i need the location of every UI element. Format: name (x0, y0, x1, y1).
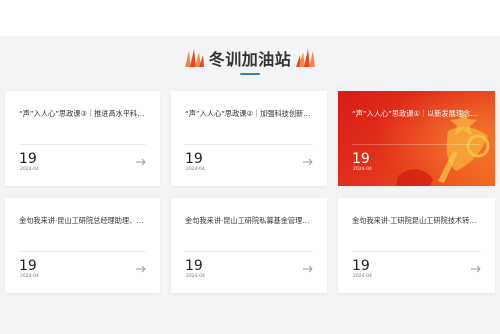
section-header: 冬训加油站 (0, 40, 500, 76)
card-day: 19 (185, 258, 203, 274)
card-year-month: 2024-04 (353, 274, 372, 279)
card-title[interactable]: “声”入人心”思政课③｜推进高水平科… (19, 109, 147, 119)
card-title[interactable]: “声”入人心”思政课②｜加强科技创新… (185, 109, 313, 119)
card-divider (352, 251, 481, 252)
card-divider (352, 144, 481, 145)
arrow-right-icon[interactable] (303, 265, 313, 273)
news-card-featured[interactable]: “声”入人心”思政课①｜以新发展理念… 19 2024-04 (338, 91, 495, 186)
card-day: 19 (352, 258, 370, 274)
card-year-month: 2024-04 (20, 274, 39, 279)
arrow-right-icon[interactable] (136, 158, 146, 166)
flame-right-icon (296, 49, 316, 67)
card-day: 19 (352, 151, 370, 167)
news-card[interactable]: 金句我来讲·工研院昆山工研院技术转移部… 19 2024-04 (338, 198, 495, 293)
arrow-right-icon[interactable] (471, 265, 481, 273)
card-title[interactable]: 金句我来讲·工研院昆山工研院技术转移部… (352, 216, 480, 226)
card-day: 19 (19, 258, 37, 274)
card-title[interactable]: 金句我来讲·昆山工研院总经理助理、产业… (19, 216, 147, 226)
card-divider (19, 144, 146, 145)
news-card[interactable]: 金句我来讲·昆山工研院总经理助理、产业… 19 2024-04 (5, 198, 160, 293)
title-underline (240, 73, 260, 75)
section-title: 冬训加油站 (208, 50, 292, 69)
news-card[interactable]: 金句我来讲·昆山工研院私募基金管理有限… 19 2024-04 (171, 198, 327, 293)
card-day: 19 (185, 151, 203, 167)
card-year-month: 2024-04 (186, 274, 205, 279)
card-divider (19, 251, 146, 252)
news-card[interactable]: “声”入人心”思政课③｜推进高水平科… 19 2024-04 (5, 91, 160, 186)
card-year-month: 2024-04 (20, 167, 39, 172)
card-day: 19 (19, 151, 37, 167)
flame-left-icon (184, 49, 204, 67)
card-divider (185, 251, 313, 252)
news-card[interactable]: “声”入人心”思政课②｜加强科技创新… 19 2024-04 (171, 91, 327, 186)
news-card-grid: “声”入人心”思政课③｜推进高水平科… 19 2024-04 “声”入人心”思政… (5, 91, 495, 293)
card-title[interactable]: “声”入人心”思政课①｜以新发展理念… (352, 109, 480, 119)
card-year-month: 2024-04 (186, 167, 205, 172)
card-title[interactable]: 金句我来讲·昆山工研院私募基金管理有限… (185, 216, 313, 226)
card-divider (185, 144, 313, 145)
arrow-right-icon[interactable] (303, 158, 313, 166)
top-band (0, 0, 500, 36)
arrow-right-icon[interactable] (136, 265, 146, 273)
card-year-month: 2024-04 (353, 167, 372, 172)
